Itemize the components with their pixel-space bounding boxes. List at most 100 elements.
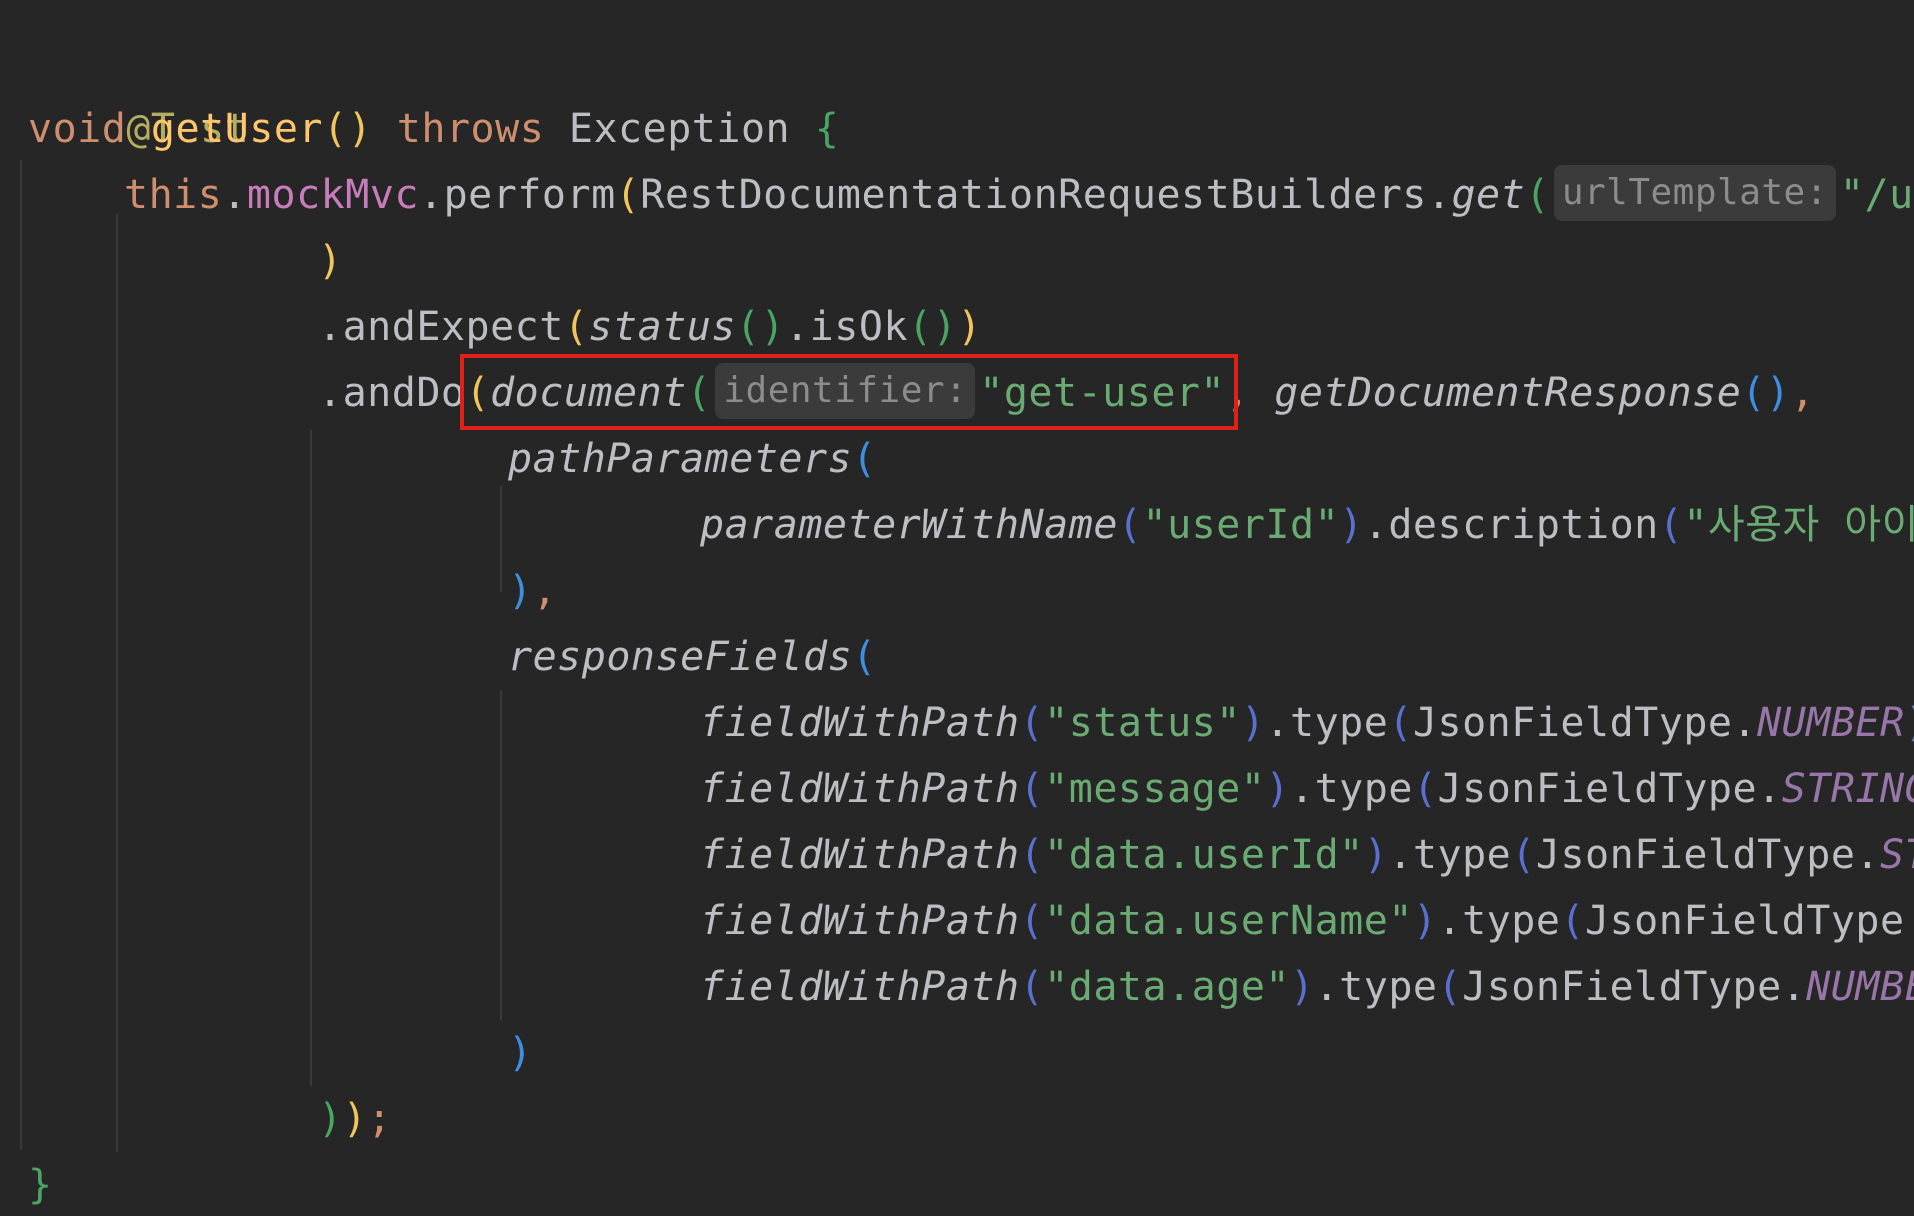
indent-guide	[310, 430, 312, 1086]
paren-token: (	[615, 172, 641, 218]
class-token: JsonFieldType.	[1437, 766, 1782, 812]
keyword-token: void	[28, 106, 127, 152]
method-name-token: getUser	[150, 106, 323, 152]
string-token: "userId"	[1142, 502, 1340, 548]
paren-token: (	[852, 436, 877, 482]
code-line[interactable]: fieldWithPath("message").type(JsonFieldT…	[700, 756, 1914, 822]
string-token: "/use	[1839, 172, 1914, 218]
paren-token: (	[852, 634, 877, 680]
string-token: "data.age"	[1044, 964, 1290, 1010]
string-token: "data.userId"	[1044, 832, 1364, 878]
code-line[interactable]: }	[28, 1152, 53, 1216]
paren-token: (	[1525, 172, 1550, 218]
code-line[interactable]: )	[508, 1020, 533, 1086]
string-token: "get-user"	[979, 370, 1226, 416]
code-line[interactable]: )	[318, 228, 343, 294]
string-token: "data.userName"	[1044, 898, 1413, 944]
method-call-token: .perform	[419, 172, 616, 218]
static-method-token: parameterWithName	[700, 502, 1118, 548]
comma-token: ,	[532, 568, 558, 614]
code-line[interactable]: .andDo(document(identifier: "get-user", g…	[318, 360, 1815, 426]
paren-token: )	[1265, 766, 1291, 812]
method-call-token: .type	[1437, 898, 1561, 944]
method-call-token: .andDo	[318, 370, 466, 416]
class-token: RestDocumentationRequestBuilders.	[640, 172, 1452, 218]
brace-token: {	[814, 106, 840, 152]
comma-token: ,	[1790, 370, 1816, 416]
paren-token: (	[1388, 700, 1413, 746]
method-call-token: .type	[1314, 964, 1438, 1010]
constant-token: STRING	[1781, 766, 1914, 812]
paren-token: )	[347, 106, 373, 152]
class-token: JsonFieldType.	[1535, 832, 1881, 878]
paren-token: )	[1240, 700, 1266, 746]
method-call-token: .description	[1363, 502, 1659, 548]
method-call-token: .isOk	[785, 304, 909, 350]
paren-token: (	[1117, 502, 1143, 548]
static-method-token: pathParameters	[508, 436, 853, 482]
static-method-token: status	[588, 304, 736, 350]
paren-token: )	[508, 1030, 533, 1076]
code-line[interactable]: fieldWithPath("data.age").type(JsonField…	[700, 954, 1914, 1020]
code-line[interactable]: fieldWithPath("data.userId").type(JsonFi…	[700, 822, 1914, 888]
method-call-token: getDocumentResponse	[1274, 370, 1742, 416]
code-line[interactable]: @Test	[28, 30, 249, 152]
paren-token: )	[957, 304, 982, 350]
indent-guide	[500, 486, 502, 592]
paren-token: ()	[1741, 370, 1791, 416]
constant-token: STR	[1880, 832, 1914, 878]
static-method-token: document	[490, 370, 687, 416]
paren-token: (	[1412, 766, 1438, 812]
keyword-token: throws	[396, 106, 545, 152]
class-token: Exception	[568, 106, 791, 152]
class-token: JsonFieldType.	[1462, 964, 1807, 1010]
method-call-token: .type	[1265, 700, 1389, 746]
code-line[interactable]: pathParameters(	[508, 426, 877, 492]
semicolon-token: ;	[367, 1096, 392, 1142]
paren-token: (	[1019, 832, 1045, 878]
code-line[interactable]: responseFields(	[508, 624, 877, 690]
string-token: "사용자 아이디	[1683, 502, 1914, 548]
paren-token: )	[1363, 832, 1389, 878]
code-line[interactable]: parameterWithName("userId").description(…	[700, 492, 1914, 558]
paren-token: (	[1437, 964, 1463, 1010]
paren-token: )	[1339, 502, 1364, 548]
class-token: JsonFieldType.	[1412, 700, 1758, 746]
method-call-token: .type	[1388, 832, 1512, 878]
static-method-token: fieldWithPath	[700, 898, 1020, 944]
this-keyword-token: this	[124, 172, 223, 218]
code-line[interactable]: void getUser() throws Exception {	[28, 96, 839, 162]
code-line[interactable]: this.mockMvc.perform(RestDocumentationRe…	[124, 162, 1914, 228]
code-line[interactable]: fieldWithPath("data.userName").type(Json…	[700, 888, 1914, 954]
parameter-hint: identifier:	[715, 363, 976, 419]
code-line[interactable]: fieldWithPath("status").type(JsonFieldTy…	[700, 690, 1914, 756]
string-token: "message"	[1044, 766, 1266, 812]
paren-token: )	[318, 238, 343, 284]
paren-token: (	[563, 304, 589, 350]
static-method-token: fieldWithPath	[700, 964, 1020, 1010]
comma-token: ,	[1225, 370, 1250, 416]
code-editor[interactable]: @Test void getUser() throws Exception { …	[0, 0, 1914, 1216]
paren-token: (	[323, 106, 348, 152]
code-line[interactable]: ),	[508, 558, 557, 624]
code-line[interactable]: .andExpect(status().isOk())	[318, 294, 982, 360]
static-method-token: get	[1451, 172, 1526, 218]
paren-token: (	[1019, 964, 1045, 1010]
paren-token: ()	[908, 304, 958, 350]
paren-token: (	[1019, 766, 1045, 812]
method-call-token: .type	[1290, 766, 1413, 812]
static-method-token: fieldWithPath	[700, 766, 1020, 812]
field-token: mockMvc	[246, 172, 419, 218]
paren-token: (	[1019, 898, 1045, 944]
static-method-token: responseFields	[508, 634, 853, 680]
paren-token: (	[686, 370, 712, 416]
code-line[interactable]: ));	[318, 1086, 392, 1152]
static-method-token: fieldWithPath	[700, 832, 1020, 878]
parameter-hint: urlTemplate:	[1553, 165, 1836, 221]
constant-token: NUMBER	[1806, 964, 1914, 1010]
paren-token: )	[508, 568, 533, 614]
paren-token: )	[1290, 964, 1315, 1010]
paren-token: (	[1511, 832, 1536, 878]
paren-token: )	[1905, 700, 1914, 746]
paren-token: ()	[735, 304, 786, 350]
